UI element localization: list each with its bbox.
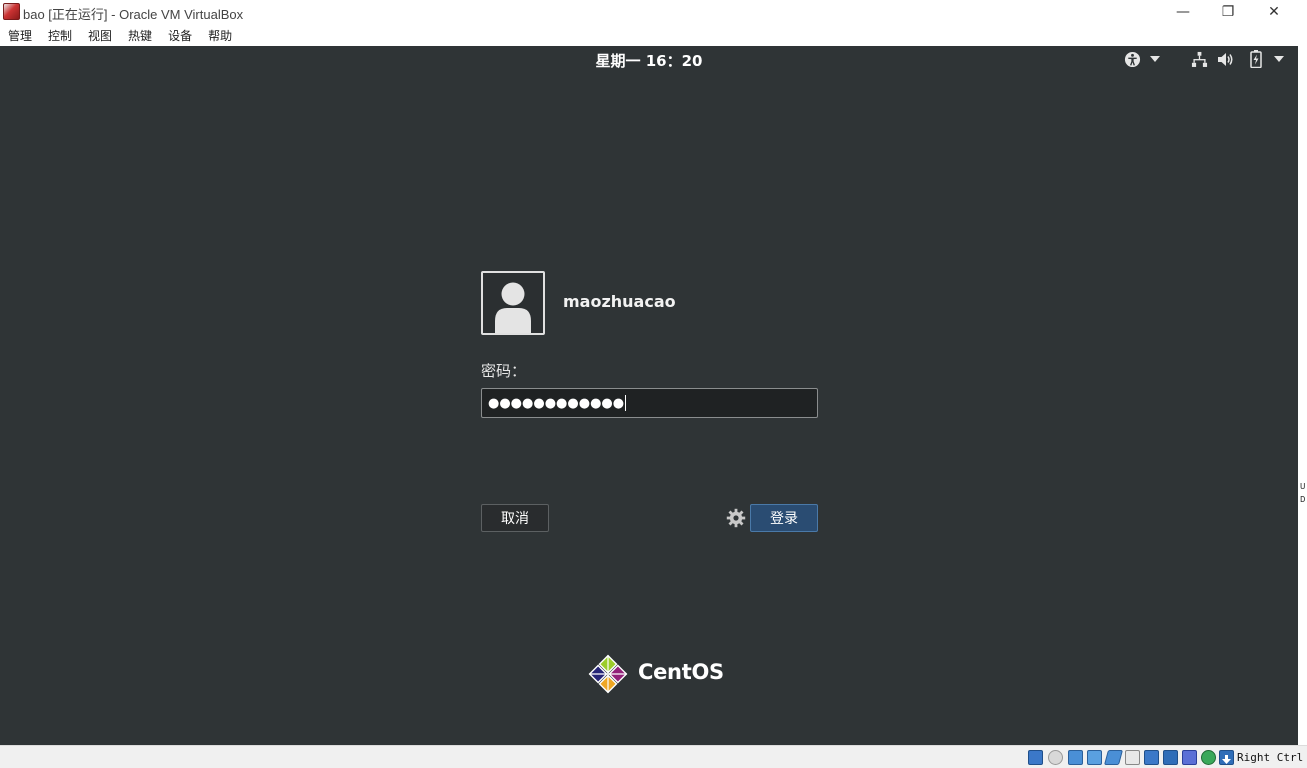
- cancel-button[interactable]: 取消: [481, 504, 549, 532]
- menu-view[interactable]: 视图: [88, 27, 112, 44]
- accessibility-icon[interactable]: [1122, 50, 1142, 68]
- vm-edge-strip: [1298, 46, 1307, 745]
- battery-icon[interactable]: [1246, 50, 1266, 68]
- password-label: 密码：: [481, 362, 527, 380]
- restore-button[interactable]: ❐: [1205, 0, 1251, 24]
- audio-icon[interactable]: [1068, 750, 1083, 765]
- optical-drive-icon[interactable]: [1048, 750, 1063, 765]
- arrow-down-icon[interactable]: [1219, 750, 1234, 765]
- text-caret: [625, 395, 627, 411]
- volume-icon[interactable]: [1216, 50, 1236, 68]
- centos-wordmark: CentOS: [638, 660, 724, 684]
- centos-logo-icon: [588, 654, 628, 694]
- menu-devices[interactable]: 设备: [168, 27, 192, 44]
- chevron-down-icon[interactable]: [1149, 50, 1161, 68]
- top-bar-clock[interactable]: 星期一 16：20: [0, 50, 1298, 71]
- menu-manage[interactable]: 管理: [8, 27, 32, 44]
- password-input[interactable]: ●●●●●●●●●●●●: [481, 388, 818, 418]
- menu-control[interactable]: 控制: [48, 27, 72, 44]
- password-value: ●●●●●●●●●●●●: [488, 395, 625, 411]
- username-label[interactable]: maozhuacao: [563, 292, 676, 311]
- window-titlebar: bao [正在运行] - Oracle VM VirtualBox — ❐ ✕: [0, 0, 1307, 24]
- host-key-label: Right Ctrl: [1237, 751, 1304, 764]
- menu-bar: 管理 控制 视图 热键 设备 帮助: [0, 24, 1307, 46]
- status-bar: Right Ctrl: [0, 745, 1307, 768]
- edge-letter-u: U: [1300, 482, 1306, 492]
- menu-hotkeys[interactable]: 热键: [128, 27, 152, 44]
- hard-disk-icon[interactable]: [1028, 750, 1043, 765]
- menu-help[interactable]: 帮助: [208, 27, 232, 44]
- close-button[interactable]: ✕: [1251, 0, 1297, 24]
- mouse-integration-icon[interactable]: [1201, 750, 1216, 765]
- recording-icon[interactable]: [1163, 750, 1178, 765]
- network-icon[interactable]: [1189, 50, 1209, 68]
- vm-screen[interactable]: 星期一 16：20 maozhuacao 密码： ●●●●●●●●●●●● 取消…: [0, 46, 1298, 745]
- gear-icon[interactable]: [726, 508, 746, 528]
- window-title: bao [正在运行] - Oracle VM VirtualBox: [23, 7, 244, 22]
- virtualbox-icon: [3, 3, 20, 20]
- shared-folders-icon[interactable]: [1125, 750, 1140, 765]
- display-icon[interactable]: [1144, 750, 1159, 765]
- user-icon: [495, 282, 531, 333]
- cpu-icon[interactable]: [1182, 750, 1197, 765]
- chevron-down-icon[interactable]: [1273, 50, 1285, 68]
- network-adapter-icon[interactable]: [1087, 750, 1102, 765]
- minimize-button[interactable]: —: [1160, 0, 1206, 24]
- edge-letter-d: D: [1300, 495, 1306, 505]
- user-avatar[interactable]: [481, 271, 545, 335]
- login-button[interactable]: 登录: [750, 504, 818, 532]
- usb-icon[interactable]: [1103, 750, 1124, 765]
